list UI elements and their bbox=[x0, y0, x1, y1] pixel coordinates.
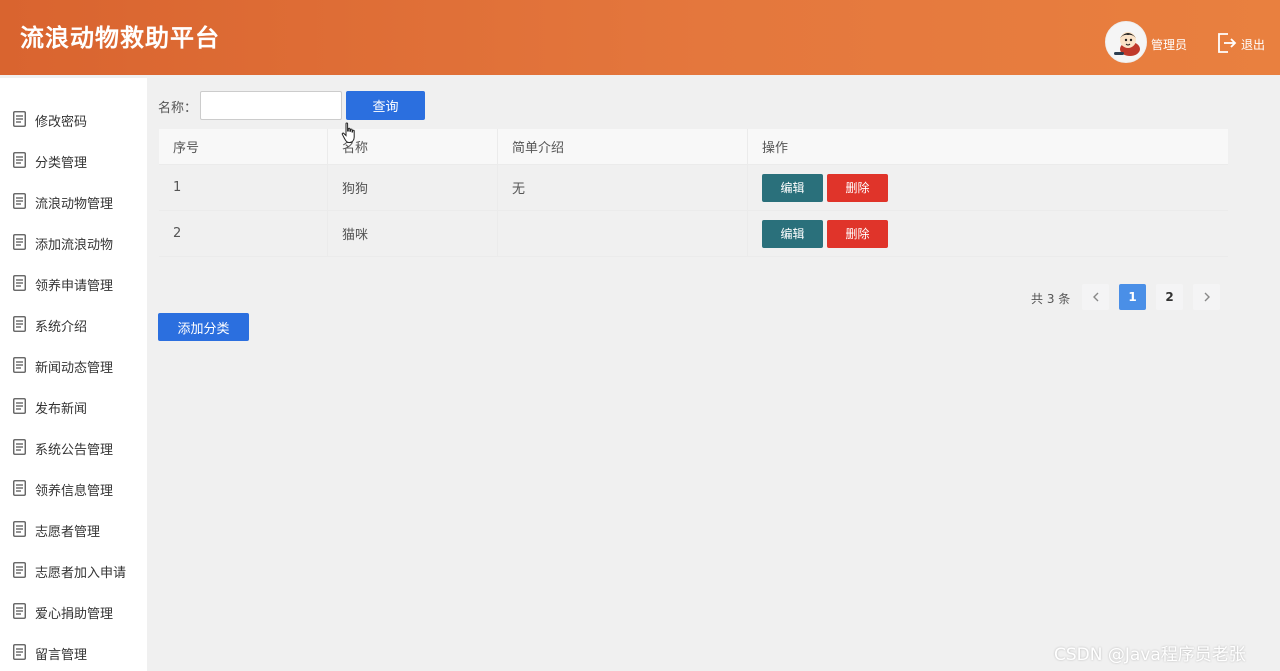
sidebar-item-label: 流浪动物管理 bbox=[35, 197, 114, 212]
add-category-button[interactable]: 添加分类 bbox=[158, 313, 249, 341]
sidebar-item-label: 系统公告管理 bbox=[35, 443, 114, 458]
edit-button[interactable]: 编辑 bbox=[762, 173, 823, 202]
sidebar-item-donation-management[interactable]: 爱心捐助管理 bbox=[0, 596, 147, 626]
delete-button[interactable]: 删除 bbox=[827, 219, 888, 248]
sidebar-item-system-intro[interactable]: 系统介绍 bbox=[0, 309, 147, 339]
sidebar-item-adoption-info[interactable]: 领养信息管理 bbox=[0, 473, 147, 503]
column-header-intro: 简单介绍 bbox=[498, 129, 748, 164]
app-title: 流浪动物救助平台 bbox=[20, 24, 220, 52]
sidebar-item-label: 领养信息管理 bbox=[35, 484, 114, 499]
sidebar-item-label: 修改密码 bbox=[35, 115, 88, 130]
sidebar-item-category-management[interactable]: 分类管理 bbox=[0, 145, 147, 175]
sidebar-item-label: 新闻动态管理 bbox=[35, 361, 114, 376]
sidebar-item-add-stray-animal[interactable]: 添加流浪动物 bbox=[0, 227, 147, 257]
sidebar-item-change-password[interactable]: 修改密码 bbox=[0, 104, 147, 134]
header-bar: 流浪动物救助平台 管理员 退出 bbox=[0, 0, 1280, 75]
sidebar: 修改密码 分类管理 流浪动物管理 添加流浪动物 领养申请管理 系统介绍 新闻动态… bbox=[0, 78, 147, 671]
column-header-actions: 操作 bbox=[762, 141, 789, 156]
sidebar-item-adoption-requests[interactable]: 领养申请管理 bbox=[0, 268, 147, 298]
cell-index: 1 bbox=[159, 165, 328, 210]
document-icon bbox=[13, 111, 26, 127]
document-icon bbox=[13, 357, 26, 373]
chevron-left-icon bbox=[1092, 292, 1098, 302]
cell-index: 2 bbox=[159, 211, 328, 256]
cell-name: 猫咪 bbox=[328, 211, 498, 256]
logout-icon[interactable] bbox=[1216, 32, 1238, 54]
document-icon bbox=[13, 152, 26, 168]
document-icon bbox=[13, 439, 26, 455]
pagination-page-2[interactable]: 2 bbox=[1156, 284, 1183, 310]
sidebar-item-label: 志愿者加入申请 bbox=[35, 566, 127, 581]
cell-intro bbox=[498, 211, 748, 256]
table-row: 1 狗狗 无 编辑 删除 bbox=[159, 165, 1228, 211]
sidebar-item-label: 分类管理 bbox=[35, 156, 88, 171]
sidebar-item-label: 爱心捐助管理 bbox=[35, 607, 114, 622]
sidebar-item-label: 发布新闻 bbox=[35, 402, 88, 417]
cell-actions: 编辑 删除 bbox=[748, 165, 1228, 210]
search-label: 名称： bbox=[158, 101, 198, 116]
sidebar-item-label: 添加流浪动物 bbox=[35, 238, 114, 253]
table-row: 2 猫咪 编辑 删除 bbox=[159, 211, 1228, 257]
document-icon bbox=[13, 480, 26, 496]
delete-button[interactable]: 删除 bbox=[827, 173, 888, 202]
sidebar-item-label: 志愿者管理 bbox=[35, 525, 101, 540]
document-icon bbox=[13, 603, 26, 619]
document-icon bbox=[13, 562, 26, 578]
pagination-page-1[interactable]: 1 bbox=[1119, 284, 1146, 310]
chevron-right-icon bbox=[1204, 292, 1210, 302]
cell-name: 狗狗 bbox=[328, 165, 498, 210]
sidebar-item-label: 领养申请管理 bbox=[35, 279, 114, 294]
hand-cursor-icon bbox=[341, 122, 355, 144]
cell-actions: 编辑 删除 bbox=[748, 211, 1228, 256]
sidebar-item-volunteer-management[interactable]: 志愿者管理 bbox=[0, 514, 147, 544]
column-header-index: 序号 bbox=[159, 129, 328, 164]
document-icon bbox=[13, 193, 26, 209]
sidebar-item-news-management[interactable]: 新闻动态管理 bbox=[0, 350, 147, 380]
pagination-total: 共 3 条 bbox=[1031, 292, 1071, 306]
document-icon bbox=[13, 316, 26, 332]
pagination-next-button[interactable] bbox=[1193, 284, 1220, 310]
avatar[interactable] bbox=[1105, 21, 1147, 63]
cell-intro: 无 bbox=[498, 165, 748, 210]
table-header-row: 序号 名称 简单介绍 操作 bbox=[159, 129, 1228, 165]
document-icon bbox=[13, 644, 26, 660]
sidebar-item-label: 系统介绍 bbox=[35, 320, 88, 335]
query-button[interactable]: 查询 bbox=[346, 91, 425, 120]
watermark-text: CSDN @Java程序员老张 bbox=[1054, 645, 1246, 665]
document-icon bbox=[13, 275, 26, 291]
sidebar-item-publish-news[interactable]: 发布新闻 bbox=[0, 391, 147, 421]
document-icon bbox=[13, 234, 26, 250]
logout-link[interactable]: 退出 bbox=[1241, 36, 1265, 53]
search-input[interactable] bbox=[200, 91, 342, 120]
sidebar-item-announcement-management[interactable]: 系统公告管理 bbox=[0, 432, 147, 462]
sidebar-item-message-management[interactable]: 留言管理 bbox=[0, 637, 147, 667]
document-icon bbox=[13, 398, 26, 414]
document-icon bbox=[13, 521, 26, 537]
sidebar-item-label: 留言管理 bbox=[35, 648, 88, 663]
user-name[interactable]: 管理员 bbox=[1151, 36, 1187, 53]
pagination-prev-button[interactable] bbox=[1082, 284, 1109, 310]
sidebar-item-stray-animal-management[interactable]: 流浪动物管理 bbox=[0, 186, 147, 216]
edit-button[interactable]: 编辑 bbox=[762, 219, 823, 248]
sidebar-item-volunteer-applications[interactable]: 志愿者加入申请 bbox=[0, 555, 147, 585]
